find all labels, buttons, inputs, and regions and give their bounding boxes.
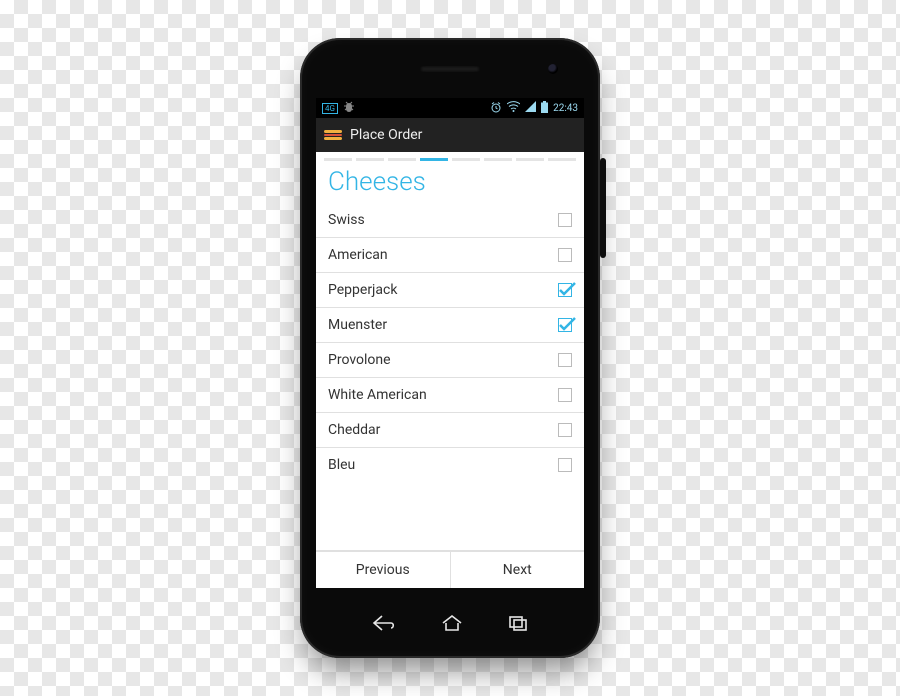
home-button[interactable] — [441, 614, 463, 636]
app-icon — [324, 130, 342, 140]
back-button[interactable] — [371, 614, 397, 636]
list-item-label: Provolone — [328, 352, 391, 368]
debug-icon — [343, 101, 355, 115]
list-item[interactable]: Pepperjack — [316, 273, 584, 308]
android-nav-bar — [300, 614, 600, 636]
step-segment — [420, 158, 448, 161]
network-badge: 4G — [322, 103, 338, 114]
list-item[interactable]: Swiss — [316, 203, 584, 238]
step-segment — [388, 158, 416, 161]
list-item-label: White American — [328, 387, 427, 403]
list-item-label: American — [328, 247, 388, 263]
list-item-label: Cheddar — [328, 422, 380, 438]
list-item[interactable]: Provolone — [316, 343, 584, 378]
clock-text: 22:43 — [553, 103, 578, 114]
earpiece — [420, 66, 480, 72]
list-item[interactable]: Cheddar — [316, 413, 584, 448]
footer-nav: Previous Next — [316, 550, 584, 588]
phone-frame: 4G 22:43 — [300, 38, 600, 658]
cheese-list: Swiss American Pepperjack Muenster Provolone… — [316, 203, 584, 550]
step-segment — [548, 158, 576, 161]
list-item[interactable]: White American — [316, 378, 584, 413]
screen: 4G 22:43 — [316, 98, 584, 588]
side-button — [600, 158, 606, 258]
list-item[interactable]: American — [316, 238, 584, 273]
checkbox[interactable] — [558, 318, 572, 332]
checkbox[interactable] — [558, 458, 572, 472]
list-item[interactable]: Bleu — [316, 448, 584, 482]
step-segment — [484, 158, 512, 161]
checkbox[interactable] — [558, 283, 572, 297]
step-segment — [516, 158, 544, 161]
step-indicator — [316, 152, 584, 165]
list-item-label: Muenster — [328, 317, 387, 333]
checkbox[interactable] — [558, 353, 572, 367]
previous-button[interactable]: Previous — [316, 552, 450, 588]
list-item[interactable]: Muenster — [316, 308, 584, 343]
signal-icon — [525, 101, 536, 115]
page-title: Place Order — [350, 127, 422, 143]
status-bar: 4G 22:43 — [316, 98, 584, 118]
wifi-icon — [507, 101, 520, 115]
step-segment — [356, 158, 384, 161]
section-heading: Cheeses — [316, 165, 584, 203]
checkbox[interactable] — [558, 213, 572, 227]
action-bar: Place Order — [316, 118, 584, 152]
alarm-icon — [490, 101, 502, 116]
checkbox[interactable] — [558, 388, 572, 402]
checkbox[interactable] — [558, 248, 572, 262]
list-item-label: Pepperjack — [328, 282, 397, 298]
next-button[interactable]: Next — [450, 552, 585, 588]
list-item-label: Bleu — [328, 457, 355, 473]
step-segment — [452, 158, 480, 161]
battery-icon — [541, 101, 548, 116]
checkbox[interactable] — [558, 423, 572, 437]
list-item-label: Swiss — [328, 212, 365, 228]
recent-apps-button[interactable] — [507, 614, 529, 636]
front-camera — [548, 64, 558, 74]
step-segment — [324, 158, 352, 161]
